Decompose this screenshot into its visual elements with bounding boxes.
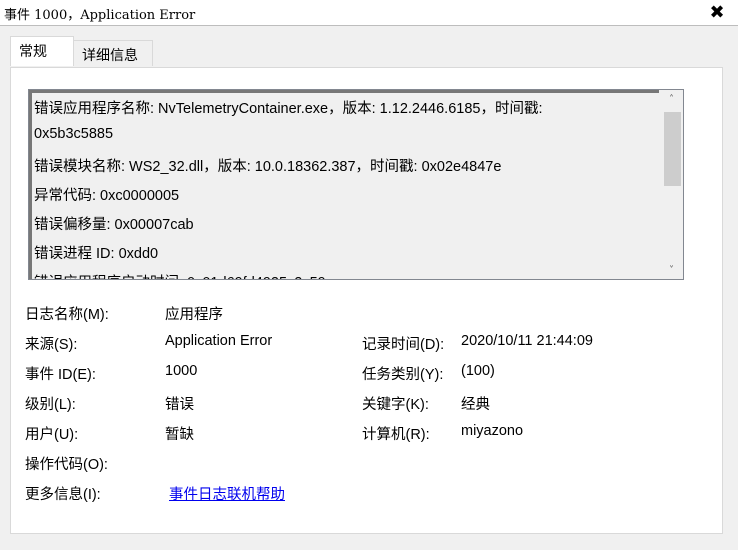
title-bar: 事件 1000，Application Error ✖ <box>0 0 738 26</box>
task-category-value: (100) <box>461 363 495 379</box>
user-value: 暂缺 <box>165 427 194 443</box>
tab-details[interactable]: 详细信息 <box>73 40 153 66</box>
user-label: 用户(U): <box>25 427 79 443</box>
log-name-value: 应用程序 <box>165 307 223 323</box>
description-line: 异常代码: 0xc0000005 <box>34 188 180 204</box>
tab-general[interactable]: 常规 <box>10 36 74 66</box>
level-label: 级别(L): <box>25 397 76 413</box>
description-line: 0x5b3c5885 <box>34 126 114 142</box>
source-value: Application Error <box>165 333 273 349</box>
level-value: 错误 <box>165 397 194 413</box>
opcode-label: 操作代码(O): <box>25 457 108 473</box>
keywords-label: 关键字(K): <box>362 397 429 413</box>
scrollbar-thumb[interactable] <box>664 112 681 186</box>
description-line: 错误偏移量: 0x00007cab <box>34 217 194 233</box>
description-line: 错误应用程序名称: NvTelemetryContainer.exe，版本: 1… <box>34 101 543 117</box>
computer-value: miyazono <box>461 423 524 439</box>
close-button[interactable]: ✖ <box>706 1 728 23</box>
more-info-label: 更多信息(I): <box>25 487 101 503</box>
event-description-text: 错误应用程序名称: NvTelemetryContainer.exe，版本: 1… <box>29 90 659 279</box>
event-log-online-help-link[interactable]: 事件日志联机帮助 <box>169 483 285 504</box>
computer-label: 计算机(R): <box>362 427 430 443</box>
source-label: 来源(S): <box>25 337 78 353</box>
event-description-box[interactable]: 错误应用程序名称: NvTelemetryContainer.exe，版本: 1… <box>28 89 684 280</box>
description-scrollbar[interactable]: ˄ ˅ <box>660 90 683 279</box>
logged-value: 2020/10/11 21:44:09 <box>461 333 593 349</box>
description-line: 错误应用程序启动时间: 0x01d69fd4925c2c59 <box>34 271 326 279</box>
chevron-up-icon: ˄ <box>669 93 674 105</box>
description-line: 错误进程 ID: 0xdd0 <box>34 246 159 262</box>
event-id-value: 1000 <box>165 363 198 379</box>
general-tab-panel: 错误应用程序名称: NvTelemetryContainer.exe，版本: 1… <box>10 67 723 534</box>
event-id-label: 事件 ID(E): <box>25 367 96 383</box>
task-category-label: 任务类别(Y): <box>362 367 444 383</box>
chevron-down-icon: ˅ <box>669 264 674 276</box>
log-name-label: 日志名称(M): <box>25 307 109 323</box>
scroll-down-button[interactable]: ˅ <box>660 261 683 279</box>
keywords-value: 经典 <box>461 397 490 413</box>
close-icon: ✖ <box>709 1 725 23</box>
description-line: 错误模块名称: WS2_32.dll，版本: 10.0.18362.387，时间… <box>34 159 502 175</box>
window-title: 事件 1000，Application Error <box>4 8 196 23</box>
logged-label: 记录时间(D): <box>362 337 445 353</box>
scroll-up-button[interactable]: ˄ <box>660 90 683 108</box>
